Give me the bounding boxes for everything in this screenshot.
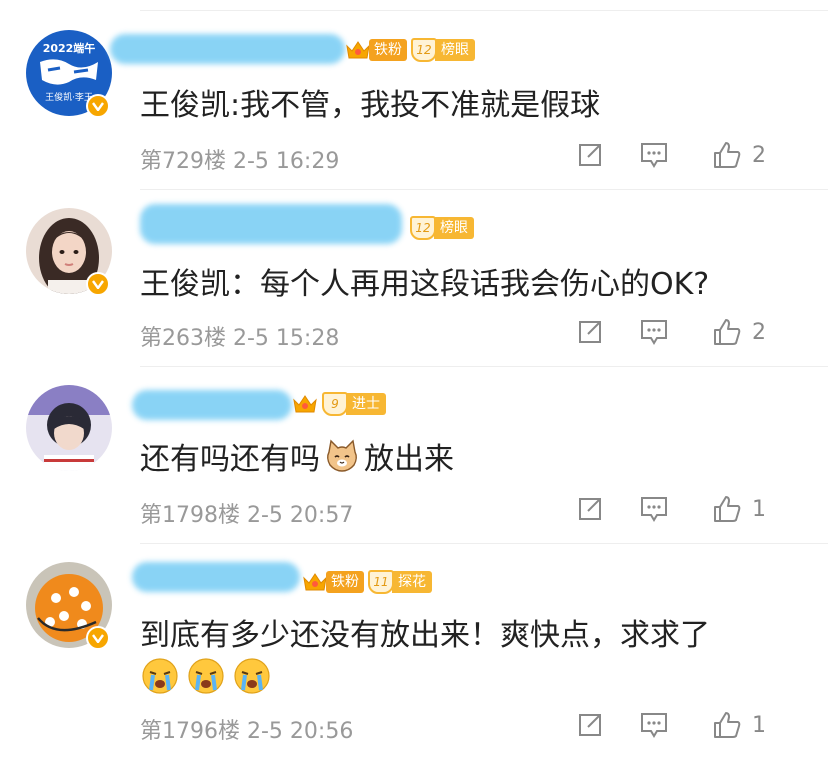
fan-badge-label: 铁粉 [369, 39, 407, 61]
crown-icon [346, 41, 370, 59]
floor-number: 第1798楼 [140, 503, 240, 528]
reply-button[interactable] [622, 711, 686, 739]
user-badges: 9 进士 [292, 392, 386, 416]
comment-text-part: 放出来 [364, 442, 454, 477]
comment-text: 王俊凯:我不管，我投不准就是假球 [140, 88, 601, 123]
comment-text: 王俊凯：每个人再用这段话我会伤心的OK? [140, 267, 710, 302]
fan-badge-label: 铁粉 [326, 571, 364, 593]
username[interactable] [140, 204, 402, 244]
like-count: 1 [752, 712, 766, 738]
share-icon [579, 321, 601, 343]
comment-text-part: 还有吗还有吗 [140, 442, 320, 477]
level-number: 11 [368, 570, 394, 594]
level-label: 进士 [346, 393, 386, 415]
comment-text: 到底有多少还没有放出来！爽快点，求求了 [140, 618, 710, 653]
comment-divider [140, 366, 828, 367]
user-badges: 铁粉 12 榜眼 [345, 38, 475, 62]
level-badge[interactable]: 9 进士 [322, 392, 386, 416]
fan-badge[interactable]: 铁粉 [302, 570, 364, 594]
share-button[interactable] [558, 141, 622, 169]
like-icon [714, 712, 741, 738]
like-icon [714, 142, 741, 168]
reply-button[interactable] [622, 495, 686, 523]
level-badge[interactable]: 12 榜眼 [410, 216, 474, 240]
comment-meta: 第729楼 2-5 16:29 [140, 143, 339, 175]
comment-icon [641, 143, 667, 168]
crying-emoji-icon [142, 658, 178, 694]
reply-button[interactable] [622, 318, 686, 346]
like-button[interactable]: 2 [712, 140, 802, 170]
comment-actions: 2 [558, 140, 802, 170]
user-badges: 铁粉 11 探花 [302, 570, 432, 594]
comment-meta: 第263楼 2-5 15:28 [140, 320, 339, 352]
level-number: 12 [410, 216, 436, 240]
share-icon [579, 144, 601, 166]
like-icon [714, 496, 741, 522]
comment-actions: 1 [558, 710, 802, 740]
username[interactable] [132, 390, 292, 420]
avatar-text-line1: 2022端午 [43, 41, 96, 55]
top-divider [140, 10, 828, 11]
like-count: 2 [752, 319, 766, 345]
like-button[interactable]: 1 [712, 710, 802, 740]
like-count: 2 [752, 142, 766, 168]
fan-badge[interactable] [292, 392, 318, 416]
comment-text: 还有吗还有吗 放出来 [140, 436, 454, 477]
like-count: 1 [752, 496, 766, 522]
timestamp: 2-5 16:29 [233, 149, 340, 174]
verified-icon [86, 272, 110, 296]
floor-number: 第1796楼 [140, 719, 240, 744]
comment-icon [641, 713, 667, 738]
level-label: 探花 [392, 571, 432, 593]
comment-icon [641, 497, 667, 522]
comment-actions: 2 [558, 317, 802, 347]
avatar[interactable] [26, 385, 112, 471]
comment-meta: 第1796楼 2-5 20:56 [140, 713, 353, 745]
comment-divider [140, 189, 828, 190]
share-button[interactable] [558, 711, 622, 739]
verified-icon [86, 94, 110, 118]
floor-number: 第263楼 [140, 326, 226, 351]
like-button[interactable]: 2 [712, 317, 802, 347]
share-button[interactable] [558, 495, 622, 523]
level-label: 榜眼 [434, 217, 474, 239]
level-number: 9 [322, 392, 348, 416]
crying-emoji-icon [188, 658, 224, 694]
username[interactable] [132, 562, 300, 592]
fan-badge[interactable]: 铁粉 [345, 38, 407, 62]
floor-number: 第729楼 [140, 149, 226, 174]
share-icon [579, 498, 601, 520]
crying-emoji-icon [234, 658, 270, 694]
reply-button[interactable] [622, 141, 686, 169]
timestamp: 2-5 20:57 [247, 503, 354, 528]
comment-divider [140, 543, 828, 544]
timestamp: 2-5 15:28 [233, 326, 340, 351]
comment-meta: 第1798楼 2-5 20:57 [140, 497, 353, 529]
emoji-line [140, 656, 272, 696]
share-button[interactable] [558, 318, 622, 346]
cat-emoji-icon [327, 439, 357, 472]
crown-icon [293, 395, 317, 413]
comment-actions: 1 [558, 494, 802, 524]
user-badges: 12 榜眼 [410, 216, 474, 240]
level-badge[interactable]: 11 探花 [368, 570, 432, 594]
level-badge[interactable]: 12 榜眼 [411, 38, 475, 62]
level-number: 12 [411, 38, 437, 62]
like-icon [714, 319, 741, 345]
crown-icon [303, 573, 327, 591]
share-icon [579, 714, 601, 736]
level-label: 榜眼 [435, 39, 475, 61]
timestamp: 2-5 20:56 [247, 719, 354, 744]
comment-icon [641, 320, 667, 345]
verified-icon [86, 626, 110, 650]
username[interactable] [110, 34, 345, 64]
like-button[interactable]: 1 [712, 494, 802, 524]
